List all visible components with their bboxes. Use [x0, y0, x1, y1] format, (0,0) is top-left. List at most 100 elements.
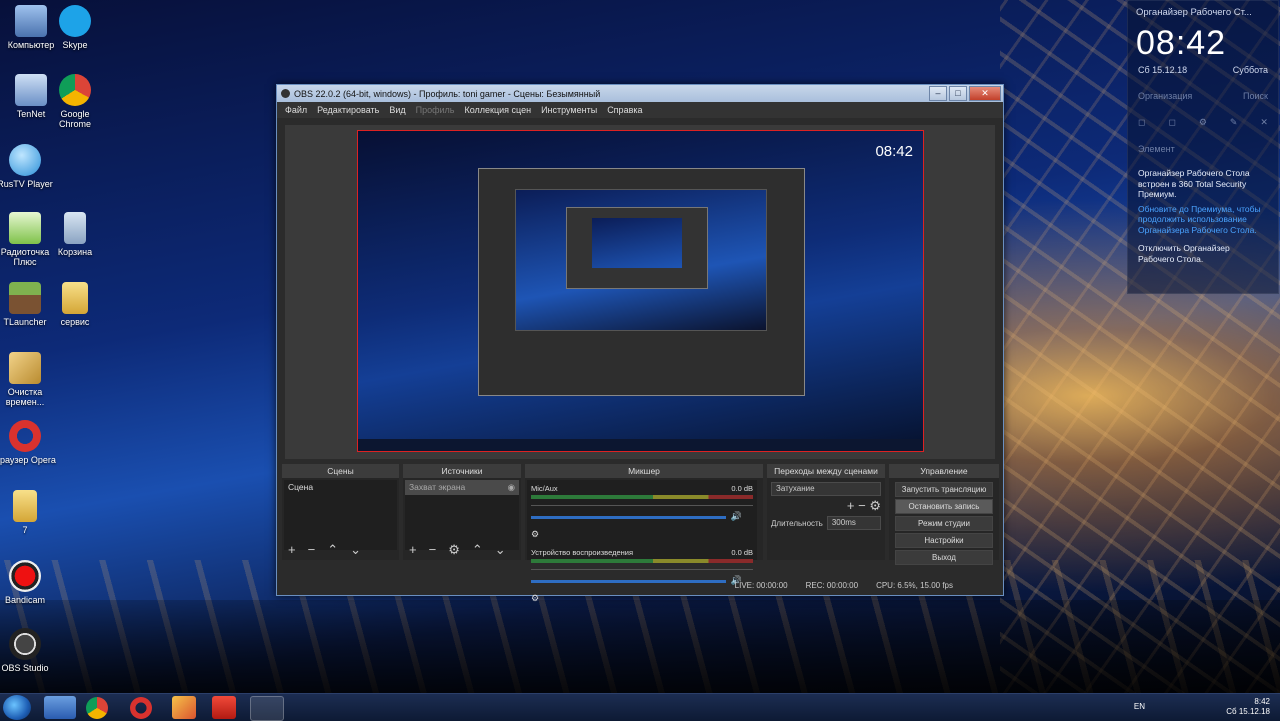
preview-canvas[interactable]: 08:42	[357, 130, 924, 452]
obs-icon	[9, 628, 41, 660]
chrome-icon	[59, 74, 91, 106]
widget-tab-organizer[interactable]: Организация	[1138, 91, 1192, 101]
preview-taskbar	[358, 439, 923, 451]
preview-nested-desktop-2	[592, 218, 682, 268]
move-down-button[interactable]: ⌄	[350, 542, 361, 558]
opera-icon	[9, 420, 41, 452]
preview-area: 08:42	[285, 125, 995, 459]
cpu-fps: CPU: 6.5%, 15.00 fps	[876, 580, 953, 590]
copy-icon[interactable]: ◻	[1168, 117, 1175, 128]
menu-profile[interactable]: Профиль	[416, 105, 455, 115]
desktop-icon-obs[interactable]: OBS Studio	[0, 628, 56, 673]
gear-icon[interactable]: ⚙	[531, 529, 539, 539]
obs-window: OBS 22.0.2 (64-bit, windows) - Профиль: …	[276, 84, 1004, 603]
tlauncher-icon	[9, 282, 41, 314]
exit-button[interactable]: Выход	[895, 550, 993, 565]
mixer-channel-mic: Mic/Aux 0.0 dB 🔊 ⚙	[531, 484, 753, 539]
taskbar-opera-icon[interactable]	[130, 697, 152, 719]
obs-window-title: OBS 22.0.2 (64-bit, windows) - Профиль: …	[294, 88, 601, 99]
obs-statusbar: LIVE: 00:00:00 REC: 00:00:00 CPU: 6.5%, …	[277, 575, 1003, 595]
maximize-button[interactable]: □	[949, 86, 967, 101]
desktop-icon-cleanup[interactable]: Очистка времен...	[0, 352, 56, 407]
menu-tools[interactable]: Инструменты	[541, 105, 597, 115]
start-button[interactable]	[3, 695, 31, 720]
tray-clock[interactable]: 8:42 Сб 15.12.18	[1226, 697, 1270, 717]
preview-nested-obs	[478, 168, 805, 396]
wallpaper-road	[0, 600, 1280, 695]
taskbar-app-icon[interactable]	[172, 696, 196, 719]
controls-dock: Управление Запустить трансляцию Останови…	[889, 464, 999, 565]
desktop-icon-folder-7[interactable]: 7	[0, 490, 56, 535]
stop-recording-button[interactable]: Остановить запись	[895, 499, 993, 514]
source-item[interactable]: Захват экрана ◉	[405, 480, 519, 495]
desktop-organizer-widget: Органайзер Рабочего Ст... 08:42 Сб 15.12…	[1127, 0, 1279, 294]
settings-button[interactable]: Настройки	[895, 533, 993, 548]
transition-select[interactable]: Затухание	[771, 482, 881, 496]
widget-title: Органайзер Рабочего Ст...	[1136, 7, 1252, 18]
desktop-icon-rustv[interactable]: RusTV Player	[0, 144, 56, 189]
scenes-dock: Сцены Сцена + − ⌃ ⌄	[282, 464, 399, 560]
remove-transition-button[interactable]: −	[858, 498, 866, 513]
mixer-dock: Микшер Mic/Aux 0.0 dB 🔊 ⚙ Устройство восп…	[525, 464, 763, 603]
transition-gear-icon[interactable]: ⚙	[869, 498, 881, 513]
menu-help[interactable]: Справка	[607, 105, 642, 115]
recycle-bin-icon	[64, 212, 86, 244]
source-settings-gear-icon[interactable]: ⚙	[448, 542, 460, 558]
widget-weekday: Суббота	[1232, 65, 1268, 75]
sources-header: Источники	[403, 464, 521, 478]
widget-clock: 08:42	[1136, 24, 1227, 62]
obs-menubar: Файл Редактировать Вид Профиль Коллекция…	[277, 102, 1003, 118]
add-transition-button[interactable]: +	[847, 498, 855, 513]
widget-upgrade-link[interactable]: Обновите до Премиума, чтобы продолжить и…	[1128, 202, 1278, 238]
obs-title-icon	[281, 89, 290, 98]
menu-scene-collection[interactable]: Коллекция сцен	[464, 105, 531, 115]
sources-dock: Источники Захват экрана ◉ + − ⚙ ⌃ ⌄	[403, 464, 521, 560]
speaker-icon[interactable]: 🔊	[731, 511, 742, 521]
taskbar-explorer-icon[interactable]	[44, 696, 76, 719]
scene-item[interactable]: Сцена	[284, 480, 397, 494]
desktop-icon-skype[interactable]: Skype	[44, 5, 106, 50]
taskbar-yandex-icon[interactable]	[212, 696, 236, 719]
menu-edit[interactable]: Редактировать	[317, 105, 379, 115]
preview-clock: 08:42	[875, 143, 913, 160]
move-up-button[interactable]: ⌃	[472, 542, 483, 558]
preview-nested-obs-2	[566, 207, 708, 289]
desktop-icon-service[interactable]: сервис	[44, 282, 106, 327]
widget-tab-search[interactable]: Поиск	[1243, 91, 1268, 101]
volume-slider[interactable]	[531, 515, 727, 519]
minimize-button[interactable]: –	[929, 86, 947, 101]
move-down-button[interactable]: ⌄	[495, 542, 506, 558]
studio-mode-button[interactable]: Режим студии	[895, 516, 993, 531]
duration-input[interactable]: 300ms	[826, 516, 881, 530]
remove-source-button[interactable]: −	[429, 542, 437, 558]
taskbar-chrome-icon[interactable]	[86, 697, 108, 719]
move-up-button[interactable]: ⌃	[327, 542, 338, 558]
taskbar-obs-icon[interactable]	[250, 696, 284, 721]
desktop-icon-chrome[interactable]: Google Chrome	[44, 74, 106, 129]
add-scene-button[interactable]: +	[288, 542, 296, 558]
desktop-icon-recycle-bin[interactable]: Корзина	[44, 212, 106, 257]
add-source-button[interactable]: +	[409, 542, 417, 558]
scenes-header: Сцены	[282, 464, 399, 478]
close-icon[interactable]: ✕	[1260, 117, 1268, 128]
mixer-header: Микшер	[525, 464, 763, 478]
menu-view[interactable]: Вид	[389, 105, 405, 115]
start-streaming-button[interactable]: Запустить трансляцию	[895, 482, 993, 497]
close-button[interactable]: ✕	[969, 86, 1001, 101]
desktop-icon-bandicam[interactable]: Bandicam	[0, 560, 56, 605]
visibility-eye-icon[interactable]: ◉	[508, 482, 515, 493]
tray-language[interactable]: EN	[1134, 702, 1145, 711]
broom-icon	[9, 352, 41, 384]
desktop-icon-opera[interactable]: Браузер Opera	[0, 420, 56, 465]
settings-icon[interactable]: ⚙	[1199, 117, 1207, 128]
network-icon	[15, 74, 47, 106]
preview-nested-desktop	[515, 189, 767, 331]
pin-icon[interactable]: ◻	[1138, 117, 1145, 128]
taskbar: EN 8:42 Сб 15.12.18	[0, 693, 1280, 721]
remove-scene-button[interactable]: −	[308, 542, 316, 558]
edit-icon[interactable]: ✎	[1230, 117, 1238, 128]
obs-titlebar[interactable]: OBS 22.0.2 (64-bit, windows) - Профиль: …	[277, 85, 1003, 102]
menu-file[interactable]: Файл	[285, 105, 307, 115]
folder-icon	[62, 282, 88, 314]
widget-disable-link[interactable]: Отключить Органайзер Рабочего Стола.	[1128, 241, 1278, 266]
